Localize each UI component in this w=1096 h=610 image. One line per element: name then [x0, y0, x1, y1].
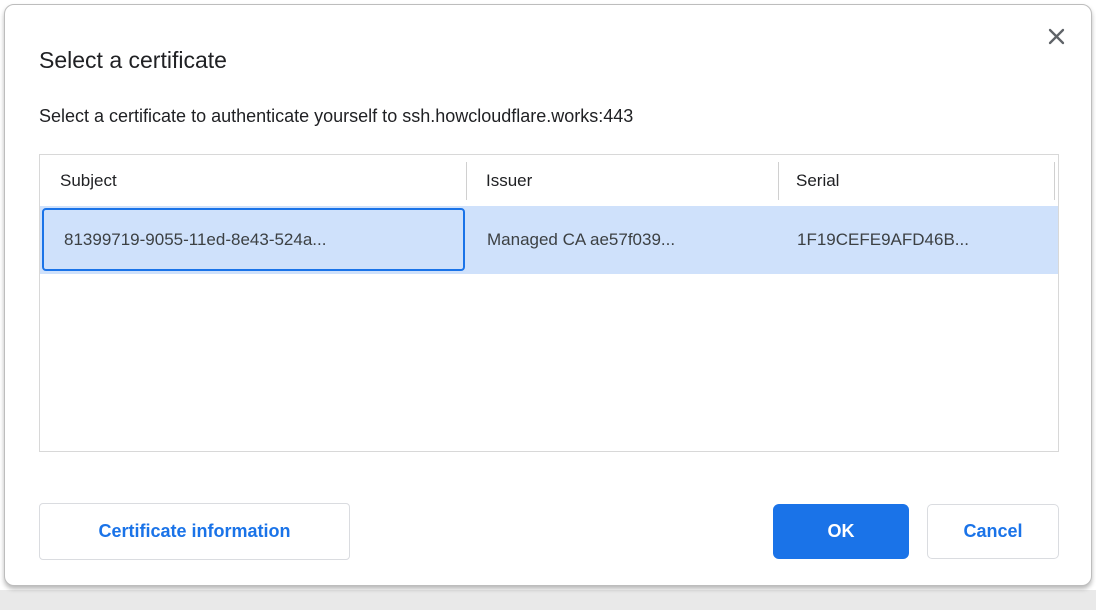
page-title: Select a certificate: [39, 47, 227, 74]
table-header-row: Subject Issuer Serial: [40, 155, 1058, 206]
cell-subject[interactable]: 81399719-9055-11ed-8e43-524a...: [42, 208, 465, 271]
column-separator: [778, 162, 779, 200]
cell-issuer[interactable]: Managed CA ae57f039...: [487, 206, 777, 274]
cancel-button[interactable]: Cancel: [927, 504, 1059, 559]
column-separator: [1054, 162, 1055, 200]
close-icon: [1047, 27, 1066, 46]
certificate-information-button[interactable]: Certificate information: [39, 503, 350, 560]
ok-button[interactable]: OK: [773, 504, 909, 559]
column-header-issuer: Issuer: [466, 155, 778, 206]
dialog-subtitle: Select a certificate to authenticate you…: [39, 106, 633, 127]
certificate-select-dialog: Select a certificate Select a certificat…: [4, 4, 1092, 586]
page-background-strip: [0, 590, 1096, 610]
cell-serial[interactable]: 1F19CEFE9AFD46B...: [797, 206, 1052, 274]
certificate-table: Subject Issuer Serial 81399719-9055-11ed…: [39, 154, 1059, 452]
certificate-row-selected[interactable]: 81399719-9055-11ed-8e43-524a... Managed …: [40, 206, 1058, 274]
column-header-serial: Serial: [778, 155, 1054, 206]
column-header-subject: Subject: [40, 155, 466, 206]
close-button[interactable]: [1039, 19, 1073, 53]
column-separator: [466, 162, 467, 200]
